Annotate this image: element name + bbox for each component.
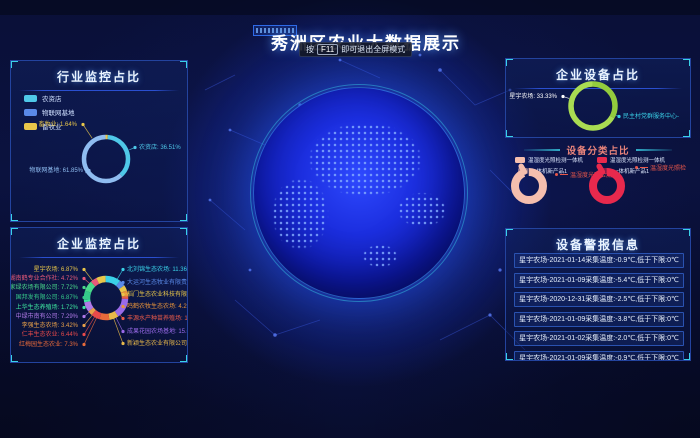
legend-swatch: [24, 109, 37, 116]
f11-keycap: F11: [317, 44, 338, 55]
panel-enterprise-ratio: 企业监控占比 星宇农场: 6.87%秀湖南鹤专业合作社: 4.72%家绿农场有限…: [10, 227, 188, 363]
chart-callout-label: 鸣鹤农牧生态农场: 4.29: [127, 303, 188, 311]
chart-callout-label: 上华生态养殖场: 1.72%: [16, 304, 78, 312]
chart-callout-label: 李强生态农场: 3.42%: [22, 322, 78, 330]
legend-swatch: [24, 123, 37, 130]
section-title-row: 设备分类占比: [505, 140, 691, 157]
legend-item[interactable]: 物联网基地: [24, 107, 75, 117]
panel-title: 设备警报信息: [506, 229, 690, 253]
callout-line: [640, 167, 648, 168]
alarm-list-item[interactable]: 星宇农场-2020-12-31采集温度:-2.5℃,低于下限:0℃: [514, 292, 684, 307]
hint-prefix: 按: [306, 44, 314, 55]
alarm-list-item[interactable]: 星宇农场-2021-01-09采集温度:-0.9℃,低于下限:0℃: [514, 351, 684, 362]
alarm-list-item[interactable]: 星宇农场-2021-01-09采集温度:-3.8℃,低于下限:0℃: [514, 312, 684, 327]
title-decor-line: [524, 149, 560, 151]
dashboard-screen: 秀洲区农业大数据展示 按 F11 即可退出全屏模式 行业监控占比 农资店 物联网…: [0, 0, 700, 438]
chart-callout-label: 星宇农场: 6.87%: [34, 266, 78, 274]
legend-label: 农资店: [42, 93, 62, 103]
panel-device-alarms: 设备警报信息 星宇农场-2021-01-14采集温度:-0.9℃,低于下限:0℃…: [505, 228, 691, 361]
globe-continents-dots: [254, 88, 464, 298]
chart-callout-label: 成果花园农场基地: 15.02%: [127, 328, 188, 336]
hint-suffix: 即可退出全屏模式: [341, 44, 405, 55]
section-title: 设备分类占比: [566, 143, 629, 157]
chart-callout-label: 物联网基地: 61.85%: [29, 167, 83, 175]
chart-callout-label: 秀湖南鹤专业合作社: 4.72%: [10, 275, 78, 283]
alarm-list-item[interactable]: 星宇农场-2021-01-09采集温度:-5.4℃,低于下限:0℃: [514, 273, 684, 288]
chart-callout-label: 北刘锦生态农场: 11.36%: [127, 266, 188, 274]
chart-callout-label: 稻门生态农业科技有限公: [127, 291, 188, 299]
alarm-list: 星宇农场-2021-01-14采集温度:-0.9℃,低于下限:0℃ 星宇农场-20…: [506, 253, 691, 361]
legend-label: 物联网基地: [42, 107, 75, 117]
section-device-classification: 设备分类占比 温湿度光照检测一体机 一体机新产品1 温湿度光照检测一 温湿度光照…: [505, 140, 691, 226]
legend-swatch: [24, 95, 37, 102]
chart-callout-label: 新颖生态农业有限公司: 6.87%: [127, 340, 188, 348]
app-header: 秀洲区农业大数据展示 按 F11 即可退出全屏模式: [0, 0, 700, 60]
chart-callout-label: 红梅园生态农业: 7.3%: [19, 341, 78, 349]
chart-callout-label: 国邦发有限公司: 6.87%: [16, 294, 78, 302]
title-underline: [19, 90, 179, 91]
alarm-list-item[interactable]: 星宇农场-2021-01-02采集温度:-2.0℃,低于下限:0℃: [514, 331, 684, 346]
chart-callout-label: 丰源水产种苗养殖场: 1.: [127, 315, 188, 323]
chart-callout-label: 大运河生态牧业有限责任公: [127, 279, 188, 287]
callout-dot: [635, 166, 638, 169]
globe-visualization: [253, 87, 465, 299]
chart-callout-label: 农资店: 36.51%: [139, 144, 181, 152]
industry-donut-chart[interactable]: [11, 61, 188, 222]
panel-industry-ratio: 行业监控占比 农资店 物联网基地 畜牧业 畜牧业: 1.64%农资店: 36.5…: [10, 60, 188, 222]
chart-callout-label: 星宇农场: 33.33%: [509, 93, 557, 101]
title-underline: [19, 257, 179, 258]
callout-label: 温湿度光照检: [650, 163, 686, 172]
panel-device-ratio: 企业设备占比 星宇农场: 33.33% 民主村党群服务中心-: [505, 58, 691, 138]
title-underline: [514, 88, 682, 89]
chart-callout-label: 畜牧业: 1.64%: [39, 121, 77, 129]
chart-callout-label: 仁丰生态农业: 6.44%: [22, 331, 78, 339]
panel-title: 行业监控占比: [11, 61, 187, 85]
chart-callout-label: 家绿农场有限公司: 7.72%: [10, 284, 78, 292]
alarm-list-item[interactable]: 星宇农场-2021-01-14采集温度:-0.9℃,低于下限:0℃: [514, 253, 684, 268]
class-chart-b-callout: 温湿度光照检: [635, 163, 686, 172]
fullscreen-hint: 按 F11 即可退出全屏模式: [299, 42, 412, 57]
class-donut-chart-a[interactable]: [507, 162, 551, 210]
chart-callout-label: 民主村党群服务中心-: [623, 113, 679, 121]
chart-callout-label: 中绿市南有公司: 7.29%: [16, 313, 78, 321]
title-decor-line: [636, 149, 672, 151]
callout-line: [560, 174, 568, 175]
panel-title: 企业监控占比: [11, 228, 187, 252]
class-donut-chart-b[interactable]: [585, 162, 629, 210]
callout-dot: [555, 173, 558, 176]
legend-item[interactable]: 农资店: [24, 93, 75, 103]
panel-title: 企业设备占比: [506, 59, 690, 83]
